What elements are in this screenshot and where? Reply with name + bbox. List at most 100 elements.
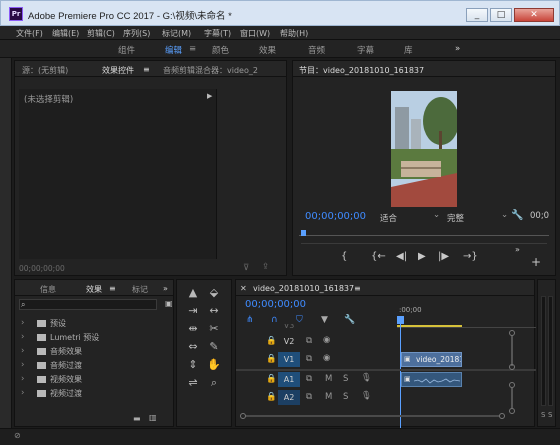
solo-meter-button[interactable]: S [541,411,545,419]
track-label-v1[interactable]: V1 [278,352,300,367]
play-icon[interactable]: ▶ [418,251,426,262]
sequence-menu-icon[interactable]: ≡ [354,284,361,293]
menu-marker[interactable]: 标记(M) [162,28,191,39]
effect-folder-presets[interactable]: 预设 [37,318,66,329]
tab-effects[interactable]: 效果 [86,284,102,295]
sync-lock-icon[interactable]: ⧉ [306,374,312,384]
workspace-assembly[interactable]: 组件 [118,44,135,56]
expand-chevron-icon[interactable]: › [21,346,24,356]
eye-icon[interactable]: ◉ [323,353,330,363]
track-label-a1[interactable]: A1 [278,372,300,387]
effect-controls-menu-icon[interactable]: ≡ [143,65,150,74]
lock-icon[interactable]: 🔒 [266,374,277,384]
program-playhead[interactable] [301,230,306,236]
horizontal-scrollbar[interactable] [240,412,505,420]
workspace-libraries[interactable]: 库 [404,44,413,56]
sequence-tab[interactable]: video_20181010_161837 [253,284,354,293]
timeline-timecode[interactable]: 00;00;00;00 [245,299,306,310]
selection-tool-icon[interactable]: ▲ [186,286,200,299]
expand-chevron-icon[interactable]: › [21,388,24,398]
slip-tool-icon[interactable]: ⇔ [186,340,200,353]
ripple-edit-tool-icon[interactable]: ⇥ [186,304,200,317]
lock-icon[interactable]: 🔒 [266,336,277,346]
workspace-editing[interactable]: 编辑 [165,44,182,56]
fit-chevron-down-icon[interactable]: ⌄ [433,210,440,220]
effect-folder-video-effects[interactable]: 视频效果 [37,374,82,385]
export-icon[interactable]: ⇪ [262,262,269,272]
vertical-scrollbar[interactable] [508,330,516,420]
slide-tool-icon[interactable]: ⇕ [186,358,200,371]
delete-icon[interactable]: ▥ [149,413,157,422]
menu-file[interactable]: 文件(F) [16,28,43,39]
tab-effect-controls[interactable]: 效果控件 [102,65,134,76]
effect-folder-video-transitions[interactable]: 视频过渡 [37,388,82,399]
filter-icon[interactable]: ⊽ [243,263,249,273]
expand-chevron-icon[interactable]: › [21,360,24,370]
tab-audio-clip-mixer[interactable]: 音频剪辑混合器：video_2 [163,65,258,76]
video-clip[interactable]: ▣ video_20181 [401,352,462,367]
workspace-menu-icon[interactable]: ≡ [189,44,196,54]
button-editor-plus-icon[interactable]: + [531,255,541,269]
microphone-icon[interactable]: 🎙 [361,373,372,383]
accelerated-effects-icon[interactable]: ▣ [165,299,173,308]
solo-button[interactable]: S [343,374,348,384]
new-bin-icon[interactable]: ▬ [133,414,141,423]
step-back-icon[interactable]: ◀| [396,251,407,262]
go-to-in-icon[interactable]: {← [371,251,386,262]
track-select-tool-icon[interactable]: ⬙ [207,286,221,299]
close-button[interactable]: ✕ [514,8,554,22]
menu-edit[interactable]: 编辑(E) [52,28,79,39]
quality-select[interactable]: 完整 [447,212,464,224]
track-label-a2[interactable]: A2 [278,390,300,405]
workspace-effects[interactable]: 效果 [259,44,276,56]
close-sequence-icon[interactable]: ✕ [240,284,247,293]
effects-overflow-button[interactable]: » [163,284,168,293]
sync-lock-icon[interactable]: ⧉ [306,336,312,346]
menu-title[interactable]: 字幕(T) [204,28,231,39]
menu-window[interactable]: 窗口(W) [240,28,270,39]
workspace-overflow-button[interactable]: » [455,44,460,54]
menu-help[interactable]: 帮助(H) [280,28,308,39]
minimize-button[interactable]: _ [466,8,488,22]
more-buttons-icon[interactable]: » [515,245,520,254]
effect-folder-audio-transitions[interactable]: 音频过渡 [37,360,82,371]
quality-chevron-down-icon[interactable]: ⌄ [501,210,508,220]
menu-sequence[interactable]: 序列(S) [123,28,150,39]
play-only-icon[interactable]: ▶ [207,92,212,100]
fit-select[interactable]: 适合 [380,212,397,224]
go-to-out-icon[interactable]: →} [463,251,478,262]
hand-tool-icon[interactable]: ✋ [207,358,221,371]
razor-tool-icon[interactable]: ✂ [207,322,221,335]
microphone-icon[interactable]: 🎙 [361,391,372,401]
track-label-v2[interactable]: V2 [278,334,300,349]
pen-tool-icon[interactable]: ✎ [207,340,221,353]
tab-source[interactable]: 源：(无剪辑) [22,65,68,76]
audio-clip[interactable]: ▣ [401,372,462,387]
workspace-audio[interactable]: 音频 [308,44,325,56]
tab-markers[interactable]: 标记 [132,284,148,295]
menu-clip[interactable]: 剪辑(C) [87,28,115,39]
rolling-edit-tool-icon[interactable]: ⇹ [186,322,200,335]
status-icon[interactable]: ⊘ [14,431,21,440]
eye-icon[interactable]: ◉ [323,335,330,345]
zoom-tool-icon[interactable]: ⌕ [207,376,221,390]
lock-icon[interactable]: 🔒 [266,354,277,364]
effects-menu-icon[interactable]: ≡ [109,284,116,293]
mark-in-icon[interactable]: { [341,251,347,262]
step-forward-icon[interactable]: |▶ [438,251,449,262]
expand-chevron-icon[interactable]: › [21,374,24,384]
mute-button[interactable]: M [325,374,332,384]
maximize-button[interactable]: □ [490,8,512,22]
workspace-titles[interactable]: 字幕 [357,44,374,56]
solo-meter-button[interactable]: S [548,411,552,419]
effect-folder-lumetri-presets[interactable]: Lumetri 预设 [37,332,99,343]
type-tool-icon[interactable]: ⇌ [186,376,200,389]
timeline-playhead[interactable] [397,316,404,324]
workspace-color[interactable]: 颜色 [212,44,229,56]
program-ruler[interactable] [299,227,549,241]
program-timecode[interactable]: 00;00;00;00 [305,211,366,222]
effect-folder-audio-effects[interactable]: 音频效果 [37,346,82,357]
sync-lock-icon[interactable]: ⧉ [306,354,312,364]
expand-chevron-icon[interactable]: › [21,318,24,328]
rate-stretch-tool-icon[interactable]: ↔ [207,304,221,317]
